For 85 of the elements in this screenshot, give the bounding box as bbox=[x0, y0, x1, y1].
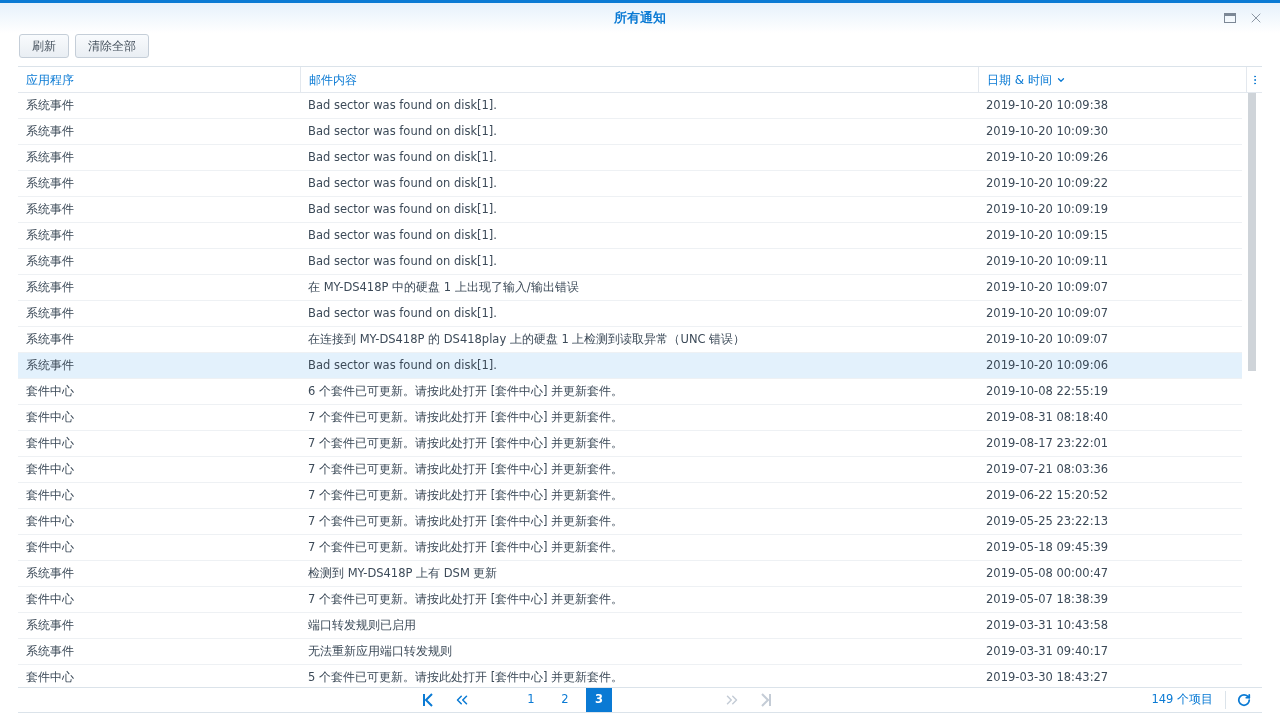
table-cell-text: 系统事件 bbox=[25, 148, 75, 166]
table-cell-text: 7 个套件已可更新。请按此处打开 [套件中心] 并更新套件。 bbox=[307, 538, 625, 556]
table-cell-text: 套件中心 bbox=[25, 460, 75, 478]
table-cell-text: 2019-10-20 10:09:30 bbox=[985, 122, 1110, 140]
table-cell-text: 系统事件 bbox=[25, 564, 75, 582]
table-cell-text: 5 个套件已可更新。请按此处打开 [套件中心] 并更新套件。 bbox=[307, 668, 625, 686]
table-cell-text: 2019-10-20 10:09:26 bbox=[985, 148, 1110, 166]
column-header[interactable]: 邮件内容 bbox=[300, 67, 978, 92]
table-cell-text: 2019-05-08 00:00:47 bbox=[985, 564, 1110, 582]
table-cell-text: 7 个套件已可更新。请按此处打开 [套件中心] 并更新套件。 bbox=[307, 434, 625, 452]
table-cell-text: Bad sector was found on disk[1]. bbox=[307, 200, 498, 218]
table-cell-text: 系统事件 bbox=[25, 330, 75, 348]
last-page-icon bbox=[760, 693, 772, 707]
table-cell-text: 2019-10-20 10:09:07 bbox=[985, 330, 1110, 348]
table-cell-text: 系统事件 bbox=[25, 252, 75, 270]
table-cell-text: 2019-10-20 10:09:06 bbox=[985, 356, 1110, 374]
first-page-icon bbox=[422, 693, 434, 707]
column-header[interactable]: 日期 & 时间 bbox=[978, 67, 1242, 92]
table-cell-text: 2019-05-18 09:45:39 bbox=[985, 538, 1110, 556]
table-cell-text: Bad sector was found on disk[1]. bbox=[307, 226, 498, 244]
toolbar-button[interactable]: 刷新 bbox=[19, 34, 69, 58]
table-cell-text: 套件中心 bbox=[25, 434, 75, 452]
table-cell-text: 套件中心 bbox=[25, 590, 75, 608]
table-cell-text: 7 个套件已可更新。请按此处打开 [套件中心] 并更新套件。 bbox=[307, 408, 625, 426]
table-cell-text: 系统事件 bbox=[25, 278, 75, 296]
table-cell-text: 2019-10-20 10:09:22 bbox=[985, 174, 1110, 192]
table-cell-text: Bad sector was found on disk[1]. bbox=[307, 122, 498, 140]
table-cell-text: Bad sector was found on disk[1]. bbox=[307, 304, 498, 322]
table-cell-text: 系统事件 bbox=[25, 616, 75, 634]
table-cell-text: 2019-08-31 08:18:40 bbox=[985, 408, 1110, 426]
table-cell-text: Bad sector was found on disk[1]. bbox=[307, 252, 498, 270]
table-row[interactable]: 系统事件 Bad sector was found on disk[1]. 2019-10-20 10:09:06 bbox=[18, 353, 1242, 379]
table-cell-text: 系统事件 bbox=[25, 96, 75, 114]
table-cell-text: 系统事件 bbox=[25, 200, 75, 218]
table-cell-text: 2019-10-20 10:09:11 bbox=[985, 252, 1110, 270]
table-cell-text: 2019-08-17 23:22:01 bbox=[985, 434, 1110, 452]
table-cell-text: 7 个套件已可更新。请按此处打开 [套件中心] 并更新套件。 bbox=[307, 486, 625, 504]
table-cell-text: 2019-10-20 10:09:07 bbox=[985, 278, 1110, 296]
table-cell-text: 2019-03-30 18:43:27 bbox=[985, 668, 1110, 686]
table-cell-text: Bad sector was found on disk[1]. bbox=[307, 96, 498, 114]
table-cell-text: 系统事件 bbox=[25, 226, 75, 244]
column-header[interactable]: 应用程序 bbox=[18, 67, 300, 92]
table-cell-text: 2019-10-08 22:55:19 bbox=[985, 382, 1110, 400]
table-cell-text: 系统事件 bbox=[25, 122, 75, 140]
table-cell-text: Bad sector was found on disk[1]. bbox=[307, 148, 498, 166]
table-cell-text: 系统事件 bbox=[25, 642, 75, 660]
table-cell-text: 6 个套件已可更新。请按此处打开 [套件中心] 并更新套件。 bbox=[307, 382, 625, 400]
table-cell-text: 2019-06-22 15:20:52 bbox=[985, 486, 1110, 504]
refresh-icon bbox=[1237, 693, 1251, 707]
table-cell-text: 2019-05-25 23:22:13 bbox=[985, 512, 1110, 530]
page-button[interactable]: 1 bbox=[518, 688, 544, 712]
item-count: 149 个项目 bbox=[1151, 691, 1226, 709]
table-cell-text: 系统事件 bbox=[25, 174, 75, 192]
page-button[interactable]: 2 bbox=[552, 688, 578, 712]
table-cell-text: 套件中心 bbox=[25, 382, 75, 400]
table-cell-text: 套件中心 bbox=[25, 512, 75, 530]
maximize-icon[interactable] bbox=[1224, 13, 1236, 23]
table-cell-text: 2019-10-20 10:09:15 bbox=[985, 226, 1110, 244]
table-cell-text: Bad sector was found on disk[1]. bbox=[307, 174, 498, 192]
page-button[interactable]: 3 bbox=[586, 688, 612, 712]
window-title: 所有通知 bbox=[614, 9, 666, 28]
table-cell-text: 2019-07-21 08:03:36 bbox=[985, 460, 1110, 478]
table-cell-text: 在连接到 MY-DS418P 的 DS418play 上的硬盘 1 上检测到读取异常（UNC 错误） bbox=[307, 330, 747, 348]
scrollbar[interactable] bbox=[1248, 93, 1256, 371]
table-cell-text: 无法重新应用端口转发规则 bbox=[307, 642, 453, 660]
table-cell-text: 套件中心 bbox=[25, 486, 75, 504]
table-cell-text: 系统事件 bbox=[25, 304, 75, 322]
table-cell-text: 2019-03-31 09:40:17 bbox=[985, 642, 1110, 660]
table-cell-text: 2019-10-20 10:09:19 bbox=[985, 200, 1110, 218]
table-cell-text: 端口转发规则已启用 bbox=[307, 616, 417, 634]
table-cell-text: 7 个套件已可更新。请按此处打开 [套件中心] 并更新套件。 bbox=[307, 460, 625, 478]
table-cell-text: 检测到 MY-DS418P 上有 DSM 更新 bbox=[307, 564, 499, 582]
table-cell-text: 套件中心 bbox=[25, 668, 75, 686]
table-cell-text: 2019-05-07 18:38:39 bbox=[985, 590, 1110, 608]
toolbar-button[interactable]: 清除全部 bbox=[75, 34, 149, 58]
table-cell-text: 套件中心 bbox=[25, 538, 75, 556]
table-cell-text: 系统事件 bbox=[25, 356, 75, 374]
table-cell-text: 套件中心 bbox=[25, 408, 75, 426]
table-cell-text: 2019-10-20 10:09:07 bbox=[985, 304, 1110, 322]
table-cell-text: 2019-10-20 10:09:38 bbox=[985, 96, 1110, 114]
table-cell-text: 7 个套件已可更新。请按此处打开 [套件中心] 并更新套件。 bbox=[307, 512, 625, 530]
table-cell-text: 2019-03-31 10:43:58 bbox=[985, 616, 1110, 634]
table-cell-text: 在 MY-DS418P 中的硬盘 1 上出现了输入/输出错误 bbox=[307, 278, 580, 296]
table-cell-text: 7 个套件已可更新。请按此处打开 [套件中心] 并更新套件。 bbox=[307, 590, 625, 608]
table-cell-text: Bad sector was found on disk[1]. bbox=[307, 356, 498, 374]
